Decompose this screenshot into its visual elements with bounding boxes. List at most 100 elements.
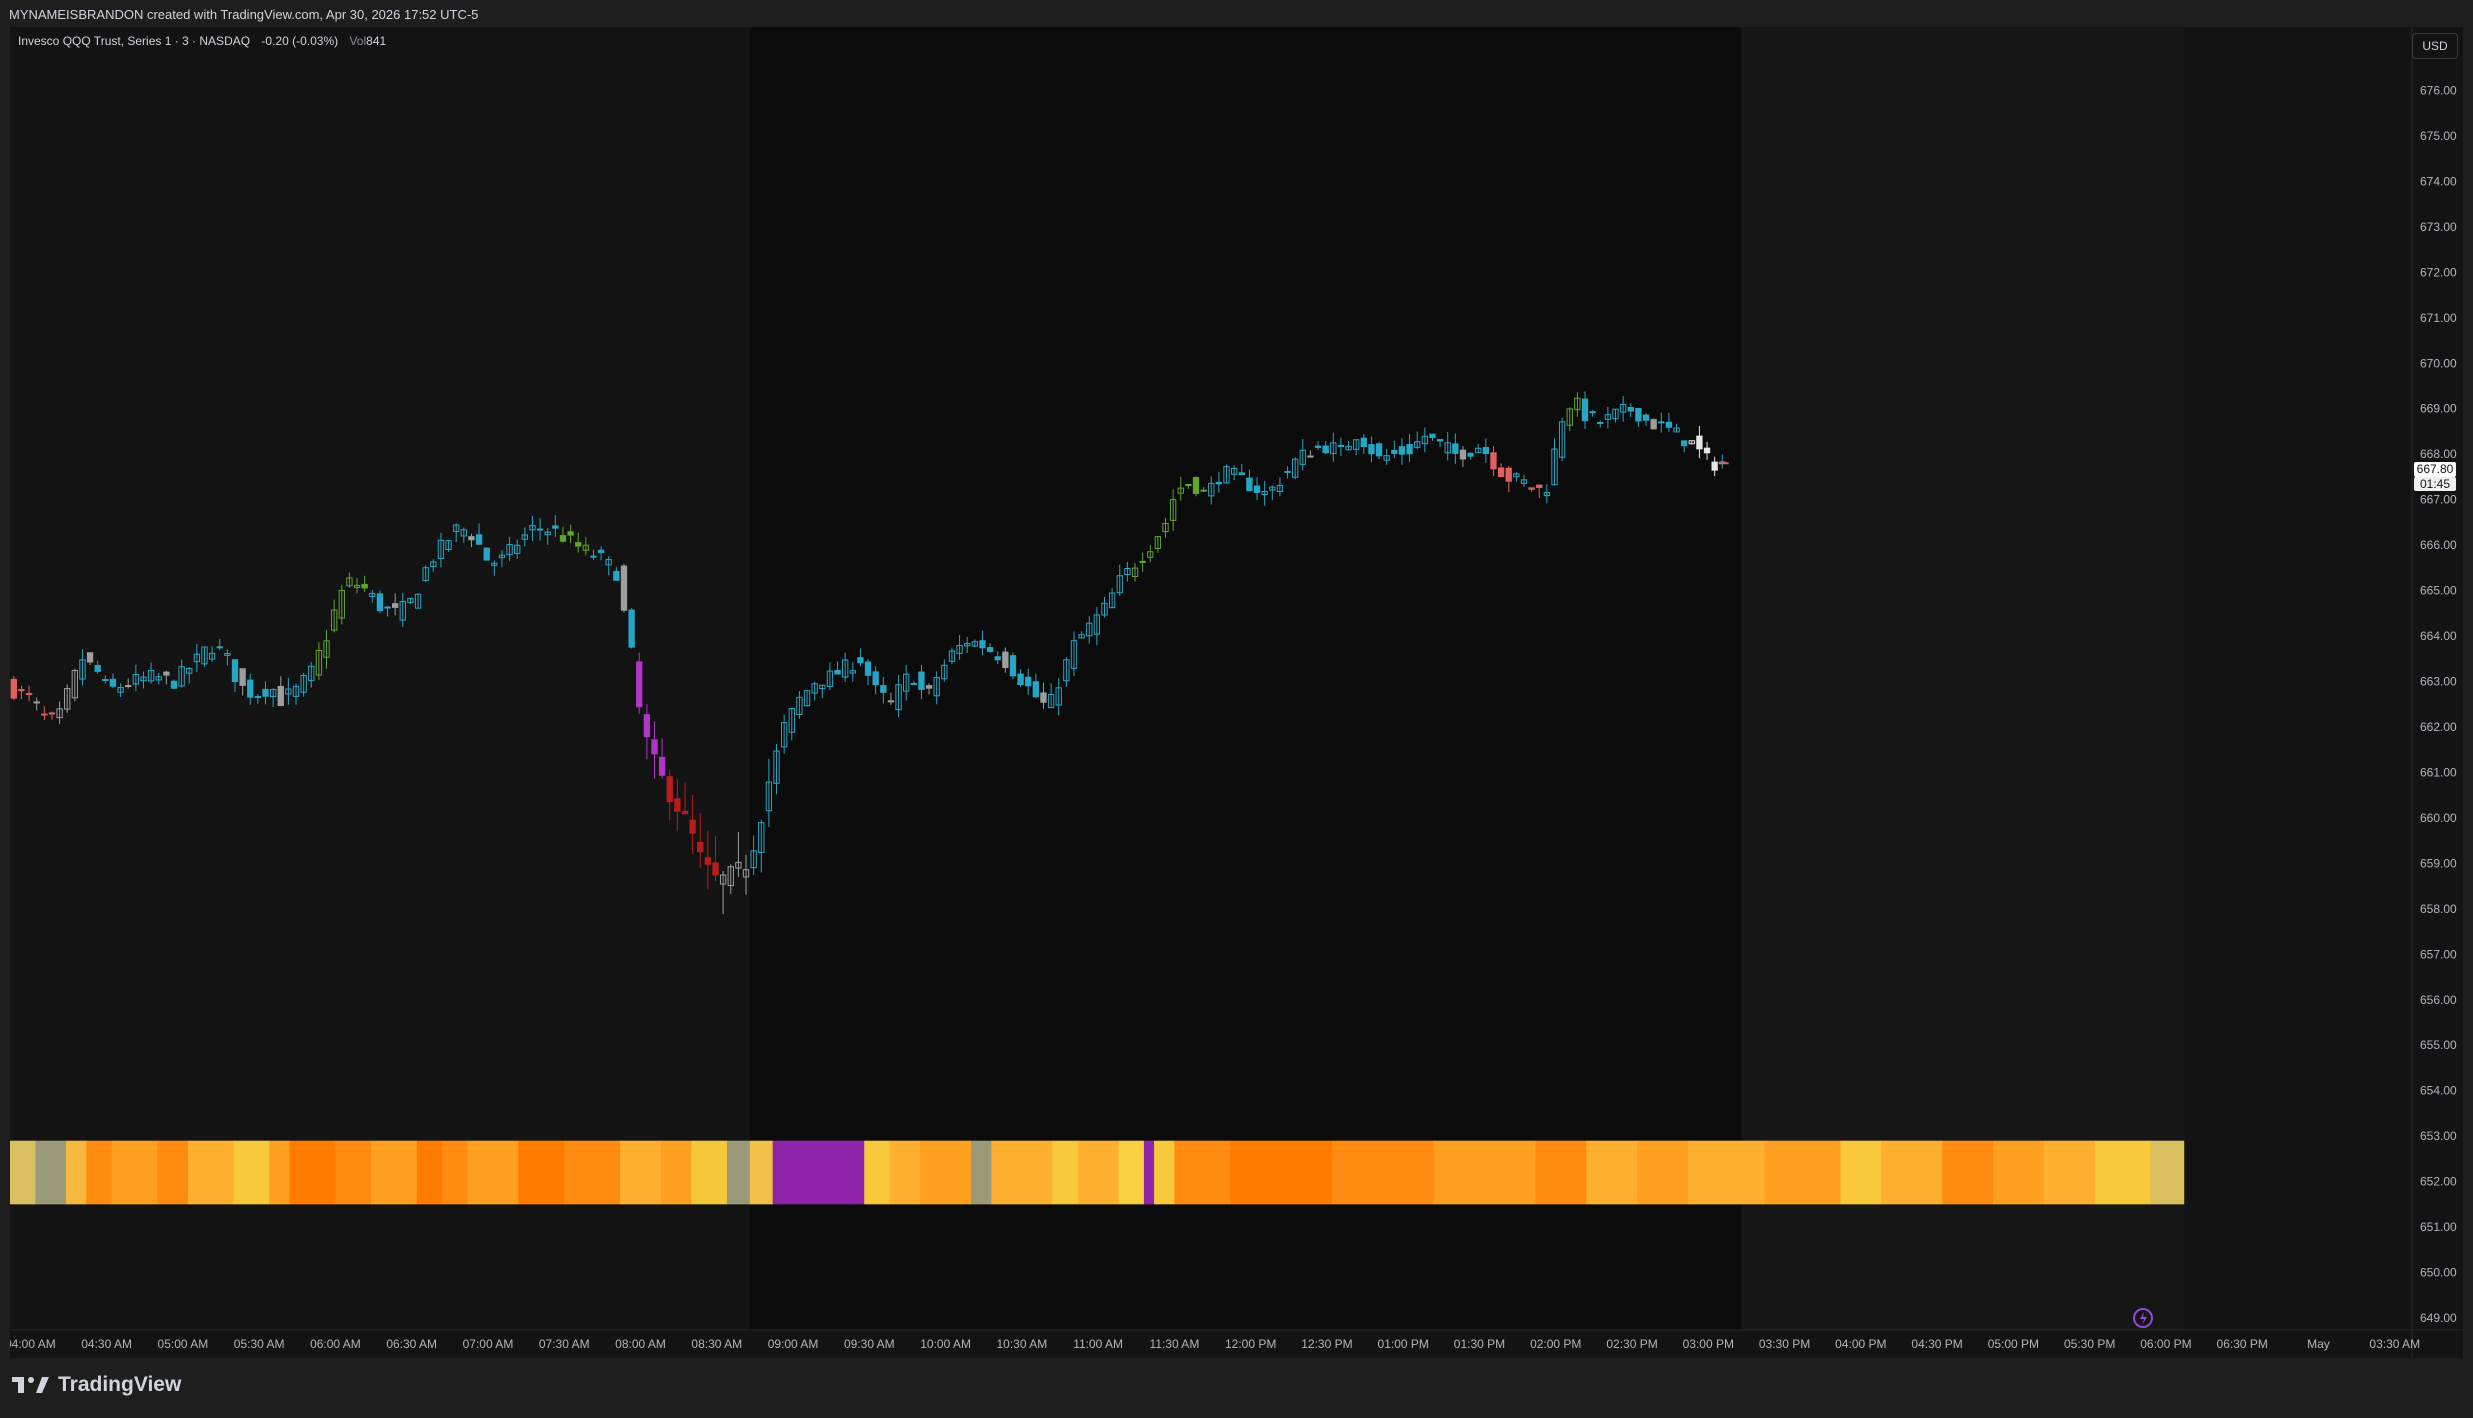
y-tick-label: 672.00: [2420, 265, 2457, 279]
y-tick-label: 650.00: [2420, 1266, 2457, 1280]
y-tick-label: 668.00: [2420, 447, 2457, 461]
heat-strip-band: [1052, 1140, 1079, 1205]
y-tick-label: 649.00: [2420, 1311, 2457, 1325]
heat-strip-band: [564, 1140, 621, 1205]
y-tick-label: 655.00: [2420, 1038, 2457, 1052]
heat-strip-band: [1942, 1140, 1994, 1205]
candle-body: [620, 565, 628, 611]
y-tick-label: 665.00: [2420, 584, 2457, 598]
heat-strip-band: [864, 1140, 891, 1205]
heat-strip-band: [1154, 1140, 1175, 1205]
heat-strip-band: [660, 1140, 692, 1205]
candle-body: [872, 671, 879, 686]
heat-strip-band: [1637, 1140, 1689, 1205]
logo-text: TradingView: [58, 1373, 182, 1396]
x-tick-label: 06:30 AM: [386, 1337, 437, 1351]
candle-body: [1185, 483, 1192, 486]
x-tick-label: 11:30 AM: [1150, 1337, 1200, 1351]
x-tick-label: 03:30 PM: [1759, 1337, 1810, 1351]
candle-body: [1467, 452, 1474, 457]
candle-body: [658, 756, 666, 776]
heat-strip-band: [187, 1140, 235, 1205]
candle-body: [1391, 449, 1398, 454]
candle-body: [1200, 489, 1207, 492]
tradingview-logo[interactable]: TradingView: [12, 1373, 181, 1397]
candle-body: [239, 668, 246, 686]
x-tick-label: 12:00 PM: [1225, 1337, 1276, 1351]
candle-body: [1406, 444, 1413, 455]
x-tick-label: 01:30 PM: [1454, 1337, 1505, 1351]
x-tick-label: 10:00 AM: [920, 1337, 971, 1351]
x-tick-label: 01:00 PM: [1378, 1337, 1429, 1351]
candle-body: [18, 689, 25, 692]
candle-body: [277, 685, 284, 707]
session-post-market-bg: [1741, 27, 2184, 1330]
candle-body: [109, 678, 117, 687]
y-tick-label: 652.00: [2420, 1175, 2457, 1189]
candle-body: [1284, 470, 1291, 473]
candle-body: [1238, 472, 1245, 476]
y-tick-label: 658.00: [2420, 902, 2457, 916]
volume-label: Vol841: [349, 34, 387, 48]
candle-body: [1025, 676, 1032, 687]
candle-body: [910, 682, 917, 685]
x-tick-label: 10:30 AM: [997, 1337, 1048, 1351]
header-bar: MYNAMEISBRANDON created with TradingView…: [0, 0, 2473, 27]
x-tick-label: 02:30 PM: [1606, 1337, 1657, 1351]
heat-strip-band: [620, 1140, 662, 1205]
candle-body: [483, 547, 490, 561]
y-tick-label: 653.00: [2420, 1129, 2457, 1143]
symbol-legend: Invesco QQQ Trust, Series 1 · 3 · NASDAQ…: [18, 34, 394, 48]
candle-body: [86, 652, 94, 663]
candle-body: [1490, 452, 1497, 470]
candle-body: [1665, 421, 1673, 428]
heat-strip-band: [518, 1140, 565, 1205]
candle-body: [1711, 461, 1718, 471]
last-price-label: 667.80: [2414, 462, 2456, 477]
candle-body: [1680, 440, 1688, 447]
candle-body: [925, 685, 933, 689]
heat-strip-band: [1687, 1140, 1765, 1205]
candle-body: [1497, 467, 1505, 478]
heat-strip-band: [2094, 1140, 2152, 1205]
candle-body: [1375, 443, 1383, 457]
heat-strip-band: [269, 1140, 291, 1205]
candle-body: [597, 549, 605, 553]
candle-body: [613, 570, 620, 581]
y-tick-label: 675.00: [2420, 129, 2457, 143]
candle-body: [712, 862, 719, 876]
heat-strip-band: [233, 1140, 270, 1205]
candle-body: [567, 531, 574, 536]
y-tick-label: 656.00: [2420, 993, 2457, 1007]
candle-body: [231, 659, 239, 683]
candle-body: [216, 646, 223, 649]
candle-body: [689, 819, 696, 834]
candle-body: [262, 688, 269, 697]
candle-body: [1536, 484, 1543, 488]
candle-body: [994, 656, 1001, 661]
y-tick-label: 654.00: [2420, 1084, 2457, 1098]
candle-body: [94, 664, 101, 672]
candle-body: [1032, 681, 1040, 698]
candle-body: [1528, 487, 1535, 490]
candle-body: [102, 678, 109, 681]
candle-body: [636, 661, 643, 708]
candle-body: [1314, 445, 1322, 448]
candle-body: [1696, 435, 1703, 450]
candle-body: [48, 712, 56, 715]
candle-body: [1017, 673, 1024, 685]
y-tick-label: 674.00: [2420, 174, 2457, 188]
x-tick-label: 07:00 AM: [463, 1337, 514, 1351]
candle-body: [1398, 446, 1406, 455]
candle-body: [1597, 421, 1604, 424]
x-tick-label: 02:00 PM: [1530, 1337, 1581, 1351]
chart-pane[interactable]: 676.00 675.00 674.00 673.00 672.00 671.00 670.…: [10, 27, 2463, 1358]
heat-strip-band: [1586, 1140, 1638, 1205]
candle-body: [1505, 467, 1512, 482]
candle-body: [1322, 445, 1329, 454]
price-chart[interactable]: 676.00 675.00 674.00 673.00 672.00 671.00 670.…: [10, 27, 2463, 1358]
currency-button[interactable]: USD: [2412, 33, 2458, 59]
candle-body: [1459, 449, 1467, 460]
candle-body: [1581, 398, 1589, 422]
candle-body: [887, 700, 895, 703]
